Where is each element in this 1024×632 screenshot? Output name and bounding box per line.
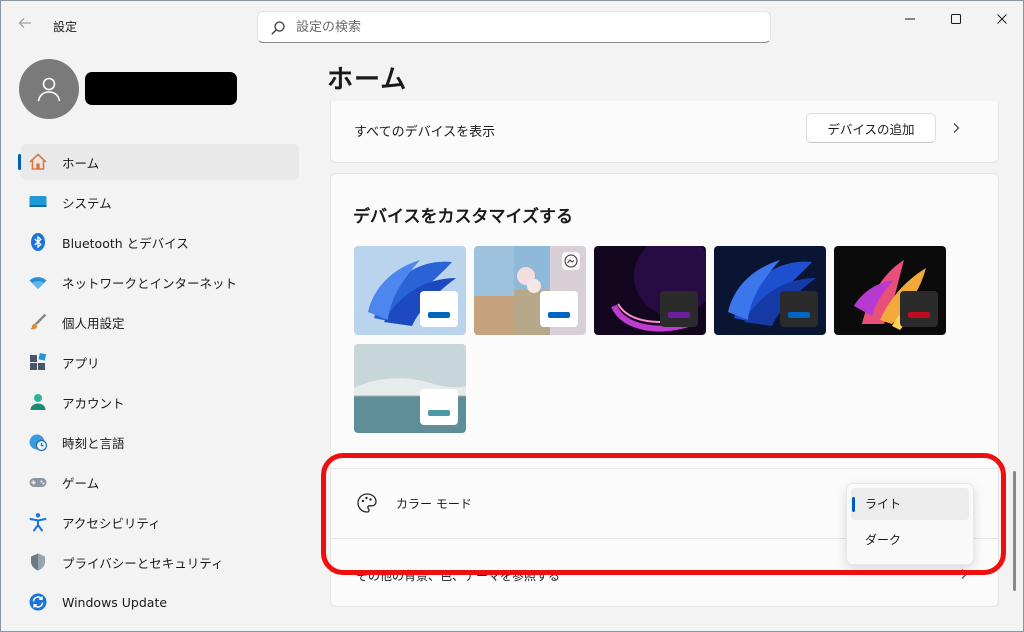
- sidebar-item-label: 個人用設定: [62, 315, 125, 331]
- sidebar-item-label: Bluetooth とデバイス: [62, 235, 189, 251]
- theme-preview-window: [420, 389, 458, 425]
- sidebar-item-label: 時刻と言語: [62, 435, 125, 451]
- close-button[interactable]: [979, 7, 1023, 31]
- settings-window: 設定 ホーム システム: [0, 0, 1024, 632]
- user-icon: [37, 77, 61, 102]
- sidebar-item-accounts[interactable]: アカウント: [21, 384, 299, 420]
- page-title: ホーム: [327, 65, 408, 95]
- app-title: 設定: [53, 20, 78, 34]
- avatar[interactable]: [19, 59, 79, 119]
- theme-thumbnail[interactable]: [354, 344, 466, 433]
- sidebar-item-apps[interactable]: アプリ: [21, 344, 299, 380]
- theme-preview-window: [900, 291, 938, 327]
- color-mode-option-light[interactable]: ライト: [851, 488, 969, 520]
- chevron-right-icon[interactable]: [949, 121, 963, 135]
- sidebar-item-label: アクセシビリティ: [62, 515, 161, 531]
- minimize-icon: [905, 18, 915, 20]
- browse-themes-link[interactable]: その他の背景、色、テーマを参照する: [356, 567, 560, 584]
- sidebar-item-personalization[interactable]: 個人用設定: [21, 304, 299, 340]
- sidebar-item-label: ホーム: [62, 155, 100, 171]
- sidebar-item-label: プライバシーとセキュリティ: [62, 555, 224, 571]
- account-name-redacted: [85, 72, 237, 105]
- theme-thumbnail[interactable]: [714, 246, 826, 335]
- color-mode-dropdown[interactable]: ライト ダーク: [846, 483, 974, 565]
- sidebar-item-label: システム: [62, 195, 112, 211]
- close-icon: [997, 14, 1007, 24]
- maximize-button[interactable]: [933, 7, 979, 31]
- sidebar-item-privacy[interactable]: プライバシーとセキュリティ: [21, 544, 299, 580]
- update-icon: [28, 592, 48, 612]
- sidebar-item-gaming[interactable]: ゲーム: [21, 464, 299, 500]
- add-device-button[interactable]: デバイスの追加: [806, 113, 936, 143]
- wifi-icon: [28, 272, 48, 292]
- sidebar-item-home[interactable]: ホーム: [18, 144, 299, 180]
- row-divider: [331, 468, 998, 469]
- title-bar: 設定: [1, 1, 1023, 49]
- sidebar-item-windows-update[interactable]: Windows Update: [21, 584, 299, 620]
- sidebar-item-network[interactable]: ネットワークとインターネット: [21, 264, 299, 300]
- search-input[interactable]: [296, 12, 756, 42]
- sidebar-item-time-language[interactable]: 時刻と言語: [21, 424, 299, 460]
- gamepad-icon: [28, 472, 48, 492]
- color-mode-label: カラー モード: [396, 497, 472, 511]
- show-all-devices-label[interactable]: すべてのデバイスを表示: [354, 121, 495, 140]
- sidebar-item-system[interactable]: システム: [21, 184, 299, 220]
- apps-icon: [28, 352, 48, 372]
- theme-preview-window: [780, 291, 818, 327]
- shield-icon: [28, 552, 48, 572]
- sidebar-item-label: Windows Update: [62, 594, 168, 610]
- palette-icon: [357, 493, 377, 513]
- sidebar-item-label: アプリ: [62, 355, 100, 371]
- slideshow-icon: [562, 252, 580, 270]
- back-button[interactable]: [13, 15, 37, 35]
- accessibility-icon: [28, 512, 48, 532]
- sidebar-nav: ホーム システム Bluetooth とデバイス ネットワークとインターネット …: [18, 144, 299, 624]
- theme-thumbnail[interactable]: [594, 246, 706, 335]
- system-icon: [28, 192, 48, 212]
- globe-clock-icon: [28, 432, 48, 452]
- theme-preview-window: [660, 291, 698, 327]
- customize-heading: デバイスをカスタマイズする: [353, 207, 573, 227]
- devices-card: すべてのデバイスを表示 デバイスの追加: [330, 101, 999, 163]
- search-box[interactable]: [257, 11, 771, 43]
- account-icon: [28, 392, 48, 412]
- theme-preview-window: [420, 291, 458, 327]
- theme-preview-window: [540, 291, 578, 327]
- home-icon: [28, 152, 48, 172]
- theme-thumbnail[interactable]: [834, 246, 946, 335]
- sidebar-item-accessibility[interactable]: アクセシビリティ: [21, 504, 299, 540]
- sidebar-item-label: ネットワークとインターネット: [62, 275, 238, 291]
- color-mode-option-dark[interactable]: ダーク: [851, 524, 969, 556]
- search-icon: [271, 21, 285, 35]
- sidebar-item-label: ゲーム: [62, 475, 100, 491]
- theme-thumbnail[interactable]: [474, 246, 586, 335]
- scrollbar-thumb[interactable]: [1013, 471, 1016, 591]
- maximize-icon: [951, 14, 961, 24]
- theme-thumbnail[interactable]: [354, 246, 466, 335]
- sidebar-item-bluetooth[interactable]: Bluetooth とデバイス: [21, 224, 299, 260]
- brush-icon: [28, 312, 48, 332]
- minimize-button[interactable]: [887, 7, 933, 31]
- chevron-right-icon[interactable]: [957, 567, 971, 581]
- back-arrow-icon: [18, 18, 31, 28]
- bluetooth-icon: [28, 232, 48, 252]
- sidebar-item-label: アカウント: [62, 395, 125, 411]
